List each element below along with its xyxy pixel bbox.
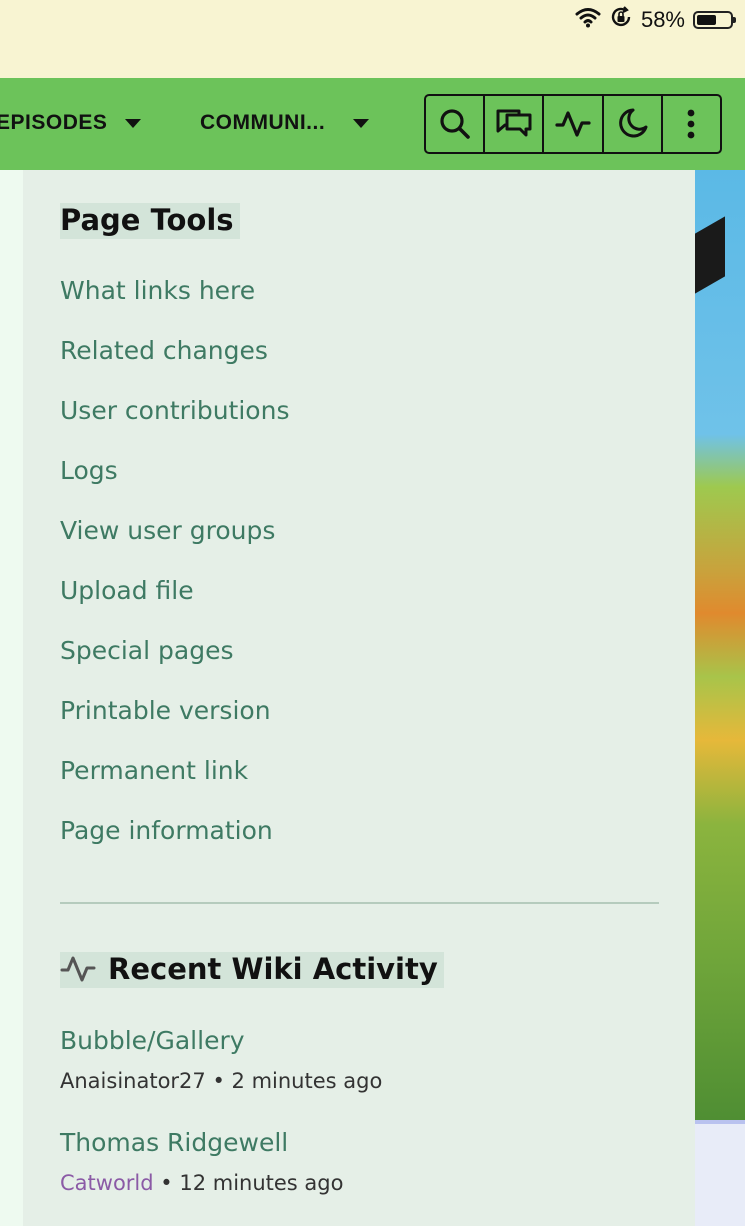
activity-meta: Catworld • 12 minutes ago bbox=[60, 1171, 343, 1195]
activity-user[interactable]: Catworld bbox=[60, 1171, 154, 1195]
wifi-icon bbox=[575, 6, 601, 34]
activity-page-link[interactable]: Thomas Ridgewell bbox=[60, 1128, 288, 1157]
search-icon bbox=[439, 109, 470, 139]
status-indicators: 58% bbox=[575, 5, 736, 35]
link-page-information[interactable]: Page information bbox=[60, 816, 273, 845]
more-options-button[interactable] bbox=[663, 96, 720, 152]
battery-percent: 58% bbox=[640, 7, 685, 32]
wiki-nav-bar: EPISODES COMMUNI... bbox=[0, 78, 745, 170]
status-bar: 58% bbox=[0, 0, 745, 78]
nav-menu-label: EPISODES bbox=[0, 111, 108, 134]
chevron-down-icon bbox=[125, 118, 142, 128]
activity-separator: • bbox=[153, 1171, 180, 1195]
link-upload-file[interactable]: Upload file bbox=[60, 576, 194, 605]
activity-user[interactable]: Anaisinator27 bbox=[60, 1069, 206, 1093]
link-permanent-link[interactable]: Permanent link bbox=[60, 756, 248, 785]
recent-activity-title: Recent Wiki Activity bbox=[108, 952, 438, 986]
link-printable-version[interactable]: Printable version bbox=[60, 696, 271, 725]
activity-time: 12 minutes ago bbox=[179, 1171, 344, 1195]
page-tools-panel: Page Tools What links here Related chang… bbox=[23, 170, 695, 1226]
nav-tools-group bbox=[424, 94, 722, 154]
link-related-changes[interactable]: Related changes bbox=[60, 336, 268, 365]
nav-menu-episodes[interactable]: EPISODES bbox=[0, 111, 142, 135]
link-special-pages[interactable]: Special pages bbox=[60, 636, 234, 665]
section-divider bbox=[60, 902, 659, 904]
activity-icon bbox=[60, 956, 96, 982]
activity-page-link[interactable]: Bubble/Gallery bbox=[60, 1026, 245, 1055]
nav-menu-community[interactable]: COMMUNI... bbox=[200, 111, 370, 135]
nav-menu-label: COMMUNI... bbox=[200, 111, 326, 134]
recent-activity-button[interactable] bbox=[544, 96, 604, 152]
chevron-down-icon bbox=[353, 118, 370, 128]
recent-activity-heading: Recent Wiki Activity bbox=[60, 952, 444, 988]
orientation-lock-icon bbox=[609, 5, 633, 35]
artwork-detail bbox=[695, 216, 725, 294]
activity-time: 2 minutes ago bbox=[231, 1069, 383, 1093]
search-button[interactable] bbox=[426, 96, 486, 152]
link-user-contributions[interactable]: User contributions bbox=[60, 396, 289, 425]
battery-icon bbox=[693, 11, 736, 29]
background-artwork bbox=[695, 170, 745, 1226]
discussions-button[interactable] bbox=[485, 96, 545, 152]
link-logs[interactable]: Logs bbox=[60, 456, 118, 485]
more-icon bbox=[688, 109, 695, 139]
link-what-links-here[interactable]: What links here bbox=[60, 276, 255, 305]
link-view-user-groups[interactable]: View user groups bbox=[60, 516, 275, 545]
dark-mode-icon bbox=[619, 108, 648, 138]
page-tools-title: Page Tools bbox=[60, 203, 240, 239]
activity-icon bbox=[555, 111, 591, 137]
discussions-icon bbox=[496, 109, 532, 137]
activity-separator: • bbox=[205, 1069, 232, 1093]
activity-meta: Anaisinator27 • 2 minutes ago bbox=[60, 1069, 382, 1093]
dark-mode-button[interactable] bbox=[604, 96, 663, 152]
